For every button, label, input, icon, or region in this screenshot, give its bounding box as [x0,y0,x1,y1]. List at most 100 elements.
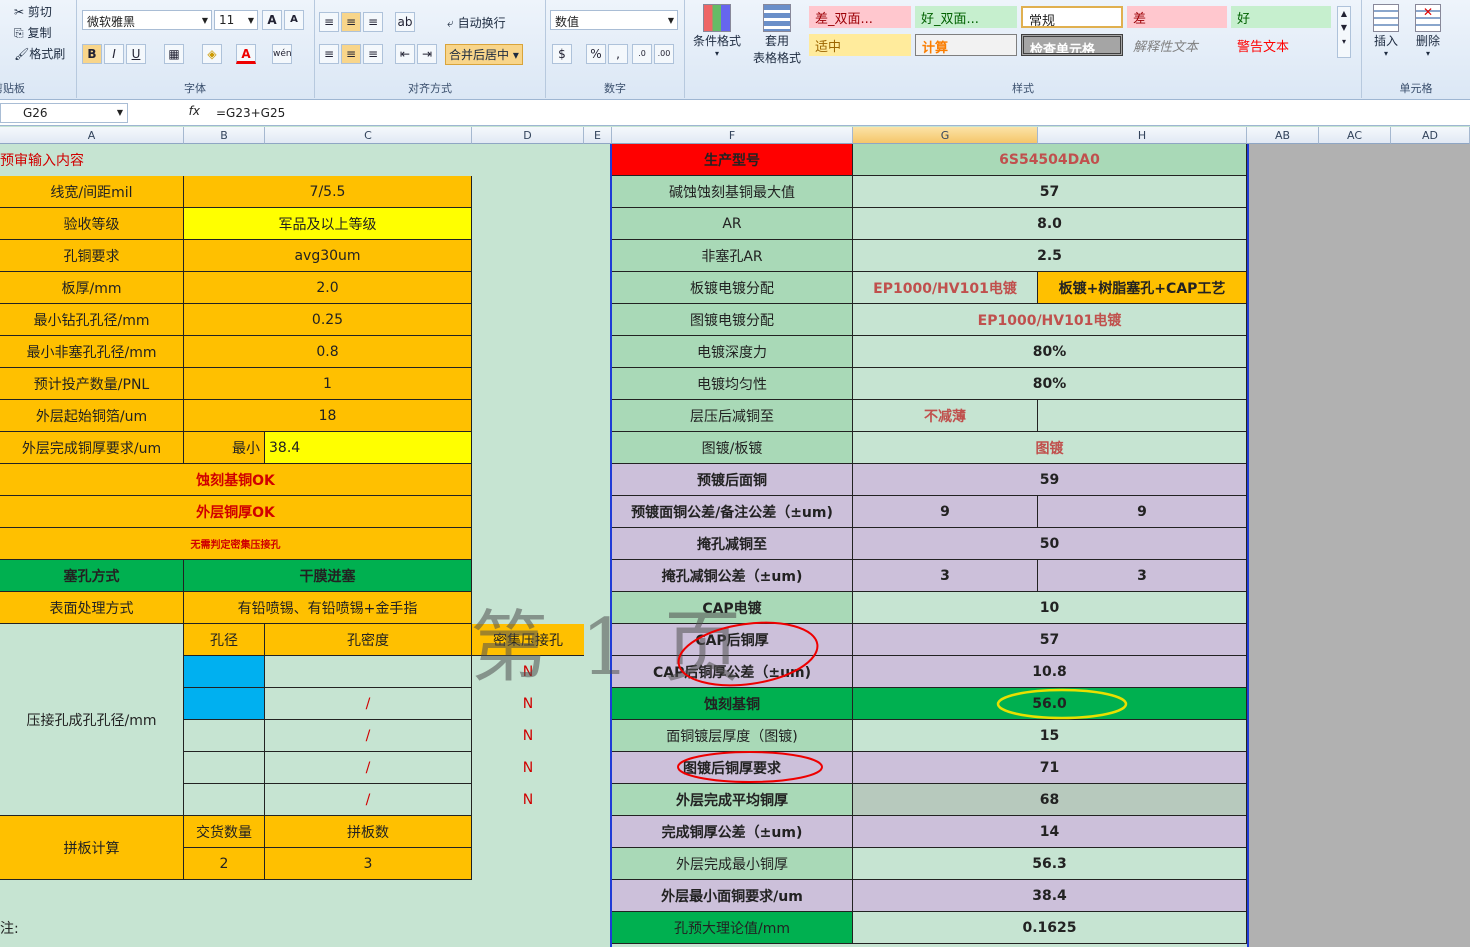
surface-value[interactable]: 有铅喷锡、有铅喷锡+金手指 [184,592,472,624]
font-name-combo[interactable]: 微软雅黑 ▼ [82,10,212,30]
font-color-button[interactable]: A [236,44,256,64]
press-density-cell[interactable]: / [265,688,472,720]
style-check-cell[interactable]: 检查单元格 [1021,34,1123,56]
right-row-value[interactable]: 10 [853,592,1247,624]
right-row-value[interactable]: 80% [853,368,1247,400]
wrap-text-button[interactable]: ⤶ 自动换行 [447,14,506,31]
column-header-ac[interactable]: AC [1319,127,1391,144]
right-row-value[interactable]: EP1000/HV101电镀 [853,272,1038,304]
align-bottom-icon[interactable]: ≡ [363,12,383,32]
style-normal[interactable]: 常规 [1021,6,1123,28]
right-row-value[interactable]: 15 [853,720,1247,752]
right-row-value[interactable]: 14 [853,816,1247,848]
style-warning[interactable]: 警告文本 [1231,34,1331,56]
decrease-decimal-icon[interactable]: .00 [654,44,674,64]
style-calculation[interactable]: 计算 [915,34,1017,56]
name-box[interactable]: G26 ▼ [0,103,128,123]
press-density-cell[interactable] [265,656,472,688]
currency-icon[interactable]: $ [552,44,572,64]
press-dense-cell[interactable]: N [472,752,584,784]
right-row-value[interactable]: 50 [853,528,1247,560]
left-row-value[interactable]: 0.8 [184,336,472,368]
left-row-value[interactable]: 7/5.5 [184,176,472,208]
right-row-value[interactable]: 10.8 [853,656,1247,688]
italic-button[interactable]: I [104,44,124,64]
outer-req-min-value[interactable]: 38.4 [265,432,472,464]
press-density-cell[interactable]: / [265,752,472,784]
press-density-cell[interactable]: / [265,720,472,752]
phonetic-button[interactable]: wén [272,44,292,64]
column-header-ad[interactable]: AD [1391,127,1470,144]
align-left-icon[interactable]: ≡ [319,44,339,64]
formula-input[interactable]: =G23+G25 [210,103,1468,123]
merge-center-button[interactable]: 合并后居中 ▾ [445,44,523,65]
grow-font-button[interactable]: A [262,10,282,30]
right-row-value[interactable]: 80% [853,336,1247,368]
number-format-combo[interactable]: 数值 ▼ [550,10,678,30]
left-row-value[interactable]: 1 [184,368,472,400]
panel-count[interactable]: 3 [265,848,472,880]
right-row-value[interactable]: 9 [853,496,1038,528]
panel-qty[interactable]: 2 [184,848,265,880]
column-header-g[interactable]: G [853,127,1038,144]
column-header-a[interactable]: A [0,127,184,144]
press-dense-cell[interactable]: N [472,784,584,816]
right-row-value[interactable]: 56.0 [853,688,1247,720]
delete-button[interactable]: ✕ 删除 ▾ [1412,4,1444,58]
right-row-value[interactable]: 68 [853,784,1247,816]
column-header-b[interactable]: B [184,127,265,144]
right-row-value-h[interactable]: 板镀+树脂塞孔+CAP工艺 [1038,272,1247,304]
underline-button[interactable]: U [126,44,146,64]
orientation-icon[interactable]: ab [395,12,415,32]
right-row-value[interactable]: 2.5 [853,240,1247,272]
decrease-indent-icon[interactable]: ⇤ [395,44,415,64]
style-good-double[interactable]: 好_双面... [915,6,1017,28]
shrink-font-button[interactable]: A [284,10,304,30]
right-row-value-h[interactable] [1038,400,1247,432]
insert-button[interactable]: 插入 ▾ [1370,4,1402,58]
fx-button[interactable]: fx [134,104,204,122]
column-header-f[interactable]: F [612,127,853,144]
style-bad-double[interactable]: 差_双面... [809,6,911,28]
press-hole-cell[interactable] [184,720,265,752]
column-header-ab[interactable]: AB [1247,127,1319,144]
right-row-value[interactable]: 57 [853,176,1247,208]
right-row-value-selected[interactable]: 0.1625 [853,912,1247,944]
cut-button[interactable]: ✂ 剪切 [14,3,52,20]
align-right-icon[interactable]: ≡ [363,44,383,64]
right-row-value[interactable]: 71 [853,752,1247,784]
press-density-cell[interactable]: / [265,784,472,816]
right-row-value[interactable]: 57 [853,624,1247,656]
press-hole-cell[interactable] [184,688,265,720]
left-row-value[interactable]: avg30um [184,240,472,272]
format-painter-button[interactable]: 🖌格式刷 [14,45,65,62]
plug-value[interactable]: 干膜迸塞 [184,560,472,592]
style-neutral[interactable]: 适中 [809,34,911,56]
left-row-value[interactable]: 2.0 [184,272,472,304]
style-explanatory[interactable]: 解释性文本 [1127,34,1227,56]
left-row-value[interactable]: 0.25 [184,304,472,336]
column-header-h[interactable]: H [1038,127,1247,144]
model-value[interactable]: 6S54504DA0 [853,144,1247,176]
press-hole-cell[interactable] [184,784,265,816]
press-hole-cell[interactable] [184,656,265,688]
column-header-d[interactable]: D [472,127,584,144]
comma-button[interactable]: , [608,44,628,64]
style-bad[interactable]: 差 [1127,6,1227,28]
format-as-table-button[interactable]: 套用 表格格式 [747,4,807,66]
conditional-format-button[interactable]: 条件格式 ▾ [691,4,743,58]
right-row-value[interactable]: 59 [853,464,1247,496]
align-middle-icon[interactable]: ≡ [341,12,361,32]
right-row-value[interactable]: 图镀 [853,432,1247,464]
styles-scroll[interactable]: ▲ ▼ ▾ [1337,6,1351,58]
right-row-value[interactable]: 56.3 [853,848,1247,880]
percent-button[interactable]: % [586,44,606,64]
fill-color-button[interactable]: ◈ [202,44,222,64]
border-button[interactable]: ▦ [164,44,184,64]
right-row-value-h[interactable]: 3 [1038,560,1247,592]
increase-decimal-icon[interactable]: .0 [632,44,652,64]
press-dense-cell[interactable]: N [472,656,584,688]
right-row-value[interactable]: 8.0 [853,208,1247,240]
style-good[interactable]: 好 [1231,6,1331,28]
bold-button[interactable]: B [82,44,102,64]
